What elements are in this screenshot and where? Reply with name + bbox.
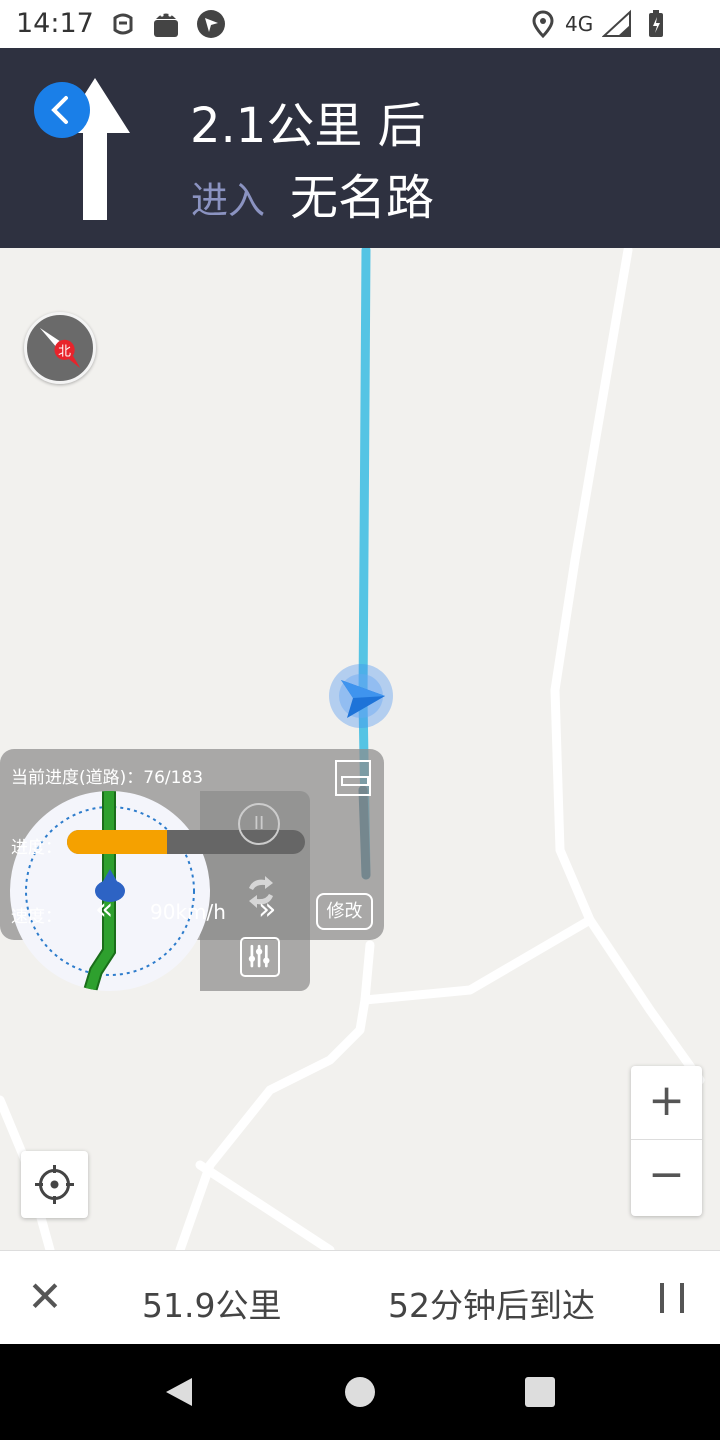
- progress-slider-fill: [67, 830, 167, 854]
- nav-home-button[interactable]: [345, 1377, 375, 1407]
- exit-navigation-button[interactable]: ✕: [24, 1276, 66, 1319]
- crosshair-icon: [35, 1165, 74, 1204]
- speed-label: 速度：: [11, 907, 62, 927]
- back-button[interactable]: [34, 82, 90, 138]
- nav-back-icon[interactable]: [164, 1376, 194, 1408]
- compass-north-icon: 北: [39, 327, 81, 369]
- zoom-in-button[interactable]: +: [631, 1066, 702, 1140]
- simulation-pause-button[interactable]: II: [238, 803, 280, 845]
- remaining-distance: 51.9公里: [142, 1286, 282, 1325]
- sliders-icon: [248, 944, 270, 968]
- nav-recents-button[interactable]: [525, 1377, 555, 1407]
- trip-info-bar: ✕ 51.9公里 52分钟后到达: [0, 1250, 720, 1344]
- compass-button[interactable]: 北: [24, 312, 96, 384]
- route-dial: [10, 791, 210, 991]
- navigation-icon: [197, 10, 225, 38]
- simulator-progress-title: 当前进度(道路)：76/183: [11, 768, 204, 788]
- zoom-controls: + −: [631, 1066, 702, 1216]
- status-time: 14:17: [16, 8, 94, 39]
- slower-button[interactable]: «: [95, 895, 123, 926]
- system-navigation-bar: [0, 1344, 720, 1440]
- speed-value: 90km/h: [150, 900, 226, 924]
- zoom-out-button[interactable]: −: [631, 1141, 702, 1216]
- enter-label: 进入: [191, 179, 265, 222]
- navigation-header: 2.1公里 后 进入 无名路: [0, 48, 720, 248]
- chevron-left-icon: [51, 96, 68, 124]
- minimize-button[interactable]: [335, 760, 371, 796]
- arrival-time: 52分钟后到达: [388, 1286, 595, 1325]
- faster-button[interactable]: »: [258, 895, 286, 926]
- signal-icon: [602, 9, 631, 37]
- battery-icon: [649, 10, 663, 37]
- next-road-name: 无名路: [290, 170, 435, 226]
- network-type: 4G: [565, 12, 594, 36]
- pause-navigation-button[interactable]: [656, 1281, 690, 1315]
- locate-button[interactable]: [21, 1151, 88, 1218]
- next-turn-distance: 2.1公里 后: [190, 98, 426, 154]
- route-dial-graphic: [25, 791, 195, 991]
- status-bar: 14:17 4G: [0, 0, 720, 48]
- vehicle-position-marker: [329, 664, 393, 728]
- compass-label: 北: [58, 344, 71, 359]
- settings-button[interactable]: [240, 937, 280, 977]
- progress-label: 进度：: [11, 838, 62, 858]
- android-icon: [154, 13, 178, 37]
- modify-button[interactable]: 修改: [316, 893, 373, 930]
- location-icon: [532, 10, 554, 39]
- face-icon: [113, 13, 133, 35]
